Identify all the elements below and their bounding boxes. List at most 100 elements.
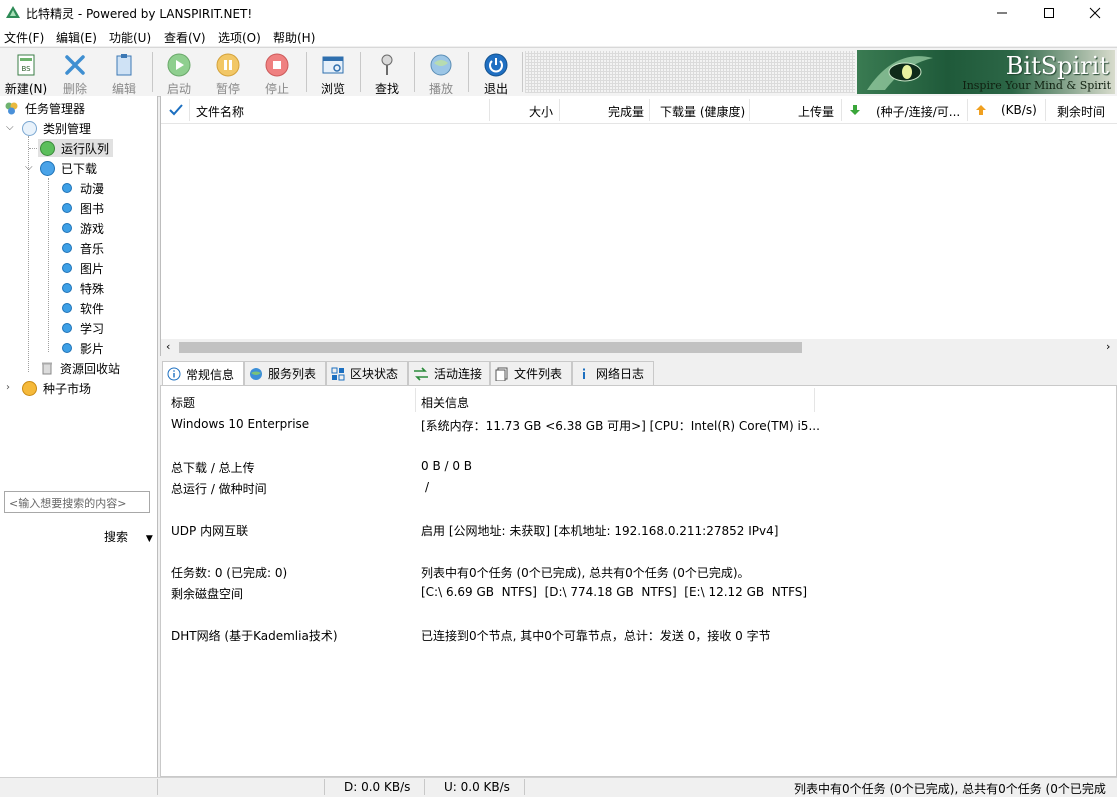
tree-item-pictures[interactable]: 图片 <box>62 259 104 277</box>
tab-service-list[interactable]: 服务列表 <box>244 361 326 385</box>
tree-running-queue[interactable]: 运行队列 <box>38 139 113 157</box>
tree-category-management[interactable]: 类别管理 <box>22 119 91 137</box>
toolbar-separator <box>414 52 415 92</box>
menu-options[interactable]: 选项(O) <box>218 29 261 46</box>
delete-icon <box>62 52 88 78</box>
status-download-speed: D: 0.0 KB/s <box>344 780 410 794</box>
tab-network-log[interactable]: 网络日志 <box>572 361 654 385</box>
column-size[interactable]: 大小 <box>529 103 553 120</box>
tree-item-books[interactable]: 图书 <box>62 199 104 217</box>
menu-edit[interactable]: 编辑(E) <box>56 29 97 46</box>
menu-bar: 文件(F) 编辑(E) 功能(U) 查看(V) 选项(O) 帮助(H) <box>0 26 1117 46</box>
tree-connector <box>48 178 49 352</box>
maximize-button[interactable] <box>1026 0 1072 26</box>
exit-button[interactable]: 退出 <box>473 50 519 94</box>
collapse-chevron-icon[interactable]: ⌵ <box>6 122 14 133</box>
downloaded-icon <box>40 161 55 176</box>
new-label: 新建(N) <box>3 80 49 97</box>
pause-button[interactable]: 暂停 <box>205 50 251 94</box>
stop-button[interactable]: 停止 <box>254 50 300 94</box>
tree-item-software[interactable]: 软件 <box>62 299 104 317</box>
category-tree-pane: 任务管理器 ⌵ 类别管理 运行队列 ⌵ 已下载 动漫 图书 游戏 音乐 图片 特… <box>0 96 158 777</box>
info-row-label: DHT网络 (基于Kademlia技术) <box>171 627 338 644</box>
tree-item-music[interactable]: 音乐 <box>62 239 104 257</box>
title-bar: 比特精灵 - Powered by LANSPIRIT.NET! <box>0 0 1117 26</box>
delete-button[interactable]: 删除 <box>52 50 98 94</box>
task-list[interactable]: 文件名称 大小 完成量 下载量 (健康度) 上传量 (种子/连接/可... (K… <box>160 96 1117 356</box>
info-row-label: 任务数: 0 (已完成: 0) <box>171 564 287 581</box>
dropdown-arrow-icon: ▼ <box>146 534 153 544</box>
info-row-value: [系统内存：11.73 GB <6.38 GB 可用>] [CPU：Intel(… <box>421 417 820 434</box>
category-dot-icon <box>62 183 72 193</box>
scroll-left-icon[interactable]: ‹ <box>166 340 170 353</box>
power-icon <box>483 52 509 78</box>
tab-block-status[interactable]: 区块状态 <box>326 361 408 385</box>
column-remaining-time[interactable]: 剩余时间 <box>1057 103 1105 120</box>
new-button[interactable]: BS 新建(N) <box>3 50 49 94</box>
minimize-button[interactable] <box>979 0 1025 26</box>
minimize-icon <box>996 7 1008 19</box>
column-separator <box>489 99 490 121</box>
browse-button[interactable]: 浏览 <box>310 50 356 94</box>
scrollbar-thumb[interactable] <box>179 342 802 353</box>
tree-item-movies[interactable]: 影片 <box>62 339 104 357</box>
svg-text:BS: BS <box>21 65 31 73</box>
menu-view[interactable]: 查看(V) <box>164 29 206 46</box>
info-row-value: [C:\ 6.69 GB NTFS] [D:\ 774.18 GB NTFS] … <box>421 585 807 599</box>
category-dot-icon <box>62 323 72 333</box>
tree-recycle-bin[interactable]: 资源回收站 <box>40 359 120 377</box>
search-button[interactable]: 搜索 ▼ <box>104 528 153 545</box>
close-icon <box>1089 7 1101 19</box>
menu-function[interactable]: 功能(U) <box>109 29 151 46</box>
menu-file[interactable]: 文件(F) <box>4 29 44 46</box>
info-row-value: 已连接到0个节点, 其中0个可靠节点，总计：发送 0，接收 0 字节 <box>421 627 771 644</box>
maximize-icon <box>1043 7 1055 19</box>
info-row-label: Windows 10 Enterprise <box>171 417 309 431</box>
tree-root-task-manager[interactable]: 任务管理器 <box>4 99 85 117</box>
menu-help[interactable]: 帮助(H) <box>273 29 315 46</box>
column-seeds-connections[interactable]: (种子/连接/可... <box>876 103 960 120</box>
detail-tabs: 常规信息 服务列表 区块状态 活动连接 文件列表 网络日志 <box>160 361 1117 385</box>
tree-item-games[interactable]: 游戏 <box>62 219 104 237</box>
tree-item-anime[interactable]: 动漫 <box>62 179 104 197</box>
category-dot-icon <box>62 303 72 313</box>
play-button[interactable]: 播放 <box>418 50 464 94</box>
start-button[interactable]: 启动 <box>156 50 202 94</box>
toolbar-separator <box>306 52 307 92</box>
category-dot-icon <box>62 203 72 213</box>
tree-item-study[interactable]: 学习 <box>62 319 104 337</box>
bitspirit-app-icon <box>5 4 21 20</box>
search-input[interactable]: <输入想要搜索的内容> <box>4 491 150 513</box>
column-upload-speed[interactable]: (KB/s) <box>1001 103 1037 117</box>
toolbar-separator <box>152 52 153 92</box>
status-task-summary: 列表中有0个任务 (0个已完成), 总共有0个任务 (0个已完成 <box>794 780 1106 797</box>
column-separator <box>559 99 560 121</box>
column-uploaded[interactable]: 上传量 <box>798 103 834 120</box>
checkmark-icon[interactable] <box>169 104 183 116</box>
scroll-right-icon[interactable]: › <box>1106 340 1110 353</box>
column-completed[interactable]: 完成量 <box>608 103 644 120</box>
close-button[interactable] <box>1072 0 1117 26</box>
tab-file-list[interactable]: 文件列表 <box>490 361 572 385</box>
column-download-health[interactable]: 下载量 (健康度) <box>660 103 745 120</box>
bitspirit-banner[interactable]: BitSpirit Inspire Your Mind & Spirit <box>857 50 1115 94</box>
find-button[interactable]: 查找 <box>364 50 410 94</box>
column-separator <box>814 388 815 412</box>
tab-general-info[interactable]: 常规信息 <box>162 361 244 386</box>
expand-chevron-icon[interactable]: › <box>6 382 10 393</box>
recycle-bin-icon <box>40 361 54 375</box>
collapse-chevron-icon[interactable]: ⌵ <box>25 162 33 173</box>
tree-seed-market[interactable]: 种子市场 <box>22 379 91 397</box>
play-circle-icon <box>166 52 192 78</box>
tree-downloaded[interactable]: 已下载 <box>40 159 97 177</box>
column-separator <box>749 99 750 121</box>
info-row-label: 总下载 / 总上传 <box>171 459 255 476</box>
tree-item-special[interactable]: 特殊 <box>62 279 104 297</box>
toolbar-grip <box>525 51 855 93</box>
category-dot-icon <box>62 263 72 273</box>
edit-button[interactable]: 编辑 <box>101 50 147 94</box>
status-upload-speed: U: 0.0 KB/s <box>444 780 510 794</box>
tab-active-connections[interactable]: 活动连接 <box>408 361 490 385</box>
horizontal-scrollbar[interactable]: ‹ › <box>161 339 1117 356</box>
column-file-name[interactable]: 文件名称 <box>196 103 244 120</box>
